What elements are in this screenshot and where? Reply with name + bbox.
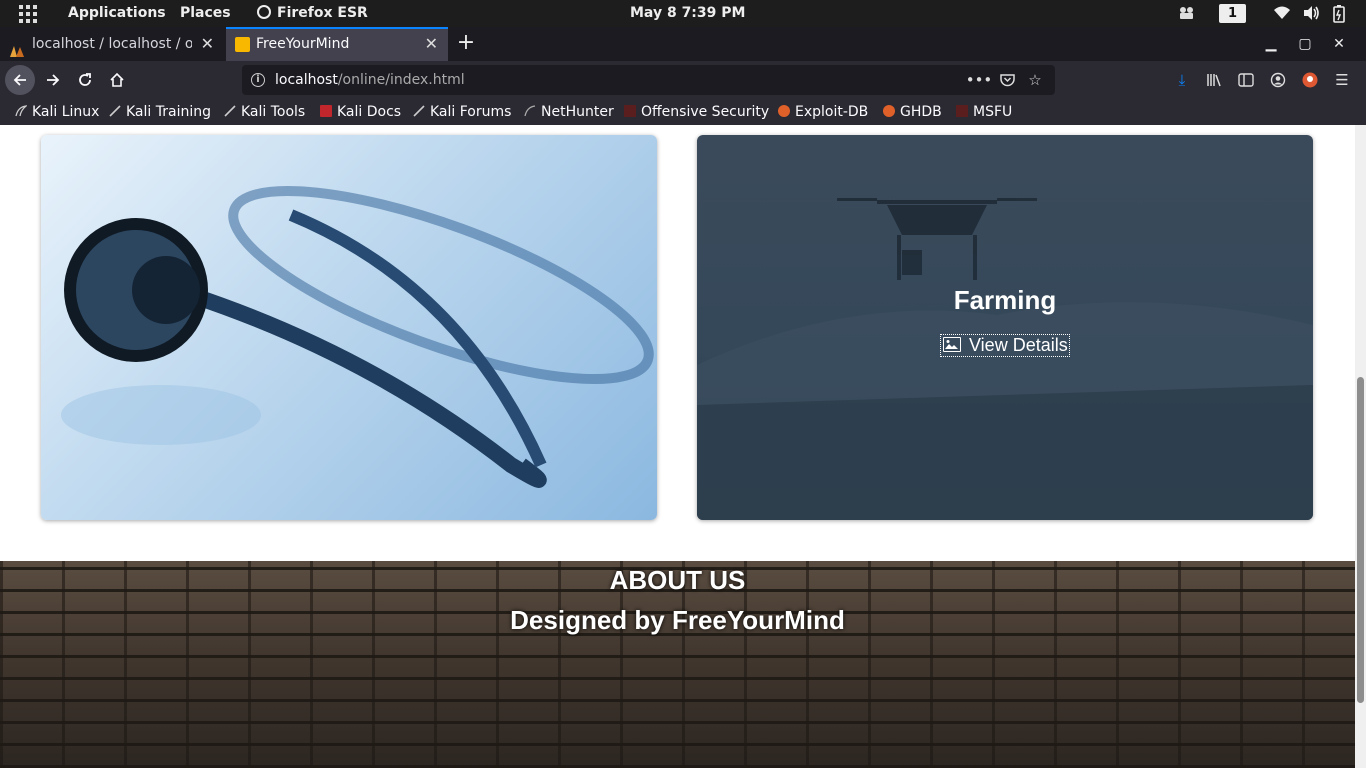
kali-dragon-icon: [413, 100, 425, 117]
page-scrollbar[interactable]: [1355, 125, 1366, 768]
bookmark-kali-linux[interactable]: Kali Linux: [15, 99, 99, 125]
close-tab-icon[interactable]: ✕: [425, 29, 438, 59]
tab-title: localhost / localhost / online: [32, 36, 192, 52]
firefox-icon: [257, 5, 271, 19]
scrollbar-thumb[interactable]: [1357, 377, 1364, 703]
stethoscope-card[interactable]: [41, 135, 657, 520]
url-text[interactable]: localhost/online/index.html: [275, 65, 465, 95]
app-name: Firefox ESR: [277, 5, 368, 21]
web-page: Farming View Details ABOUT US Designed b…: [0, 125, 1355, 768]
minimize-icon[interactable]: ▁: [1254, 27, 1288, 61]
view-details-button[interactable]: View Details: [940, 334, 1070, 357]
close-window-icon[interactable]: ✕: [1322, 27, 1356, 61]
bookmark-star-icon[interactable]: ☆: [1021, 65, 1049, 95]
tab-freeyourmind[interactable]: FreeYourMind ✕: [226, 27, 448, 61]
offsec-icon: [956, 105, 968, 117]
site-info-icon[interactable]: i: [251, 73, 265, 87]
bookmark-kali-docs[interactable]: Kali Docs: [320, 99, 401, 125]
camera-icon[interactable]: [1178, 5, 1196, 23]
downloads-icon[interactable]: ⤓: [1166, 65, 1198, 95]
nethunter-icon: [524, 100, 536, 117]
bookmark-offensive-security[interactable]: Offensive Security: [624, 99, 769, 125]
url-bar-actions: ••• ☆: [965, 65, 1049, 95]
bookmark-msfu[interactable]: MSFU: [956, 99, 1012, 125]
stethoscope-image: [61, 185, 654, 488]
url-bar[interactable]: i localhost/online/index.html ••• ☆: [242, 65, 1055, 95]
account-icon[interactable]: [1262, 65, 1294, 95]
exploitdb-icon: [778, 105, 790, 117]
clock[interactable]: May 8 7:39 PM: [630, 0, 745, 27]
kali-dragon-icon: [15, 100, 29, 117]
toolbar-right: ⤓ ☰: [1166, 65, 1358, 95]
bookmark-kali-forums[interactable]: Kali Forums: [413, 99, 511, 125]
bookmark-exploit-db[interactable]: Exploit-DB: [778, 99, 868, 125]
bookmarks-toolbar: Kali Linux Kali Training Kali Tools Kali…: [0, 99, 1366, 125]
forward-button[interactable]: [38, 65, 68, 95]
close-tab-icon[interactable]: ✕: [201, 27, 214, 61]
duckduckgo-extension-icon[interactable]: [1294, 65, 1326, 95]
site-favicon-icon: [235, 37, 250, 52]
wifi-icon[interactable]: [1273, 5, 1291, 23]
pocket-icon[interactable]: [993, 65, 1021, 95]
reload-button[interactable]: [70, 65, 100, 95]
card-title-farming: Farming: [953, 285, 1057, 315]
drone-image: [697, 198, 1313, 520]
kali-dragon-icon: [109, 100, 121, 117]
sidebar-icon[interactable]: [1230, 65, 1262, 95]
ghdb-icon: [883, 105, 895, 117]
tab-strip: localhost / localhost / online ✕ FreeYou…: [0, 27, 1366, 61]
open-menu-icon[interactable]: ☰: [1326, 65, 1358, 95]
window-controls: ▁ ▢ ✕: [1254, 27, 1356, 61]
volume-icon[interactable]: [1302, 5, 1320, 23]
firefox-app-menu[interactable]: Firefox ESR: [257, 0, 368, 27]
about-heading: ABOUT US: [609, 565, 746, 595]
library-icon[interactable]: [1198, 65, 1230, 95]
back-button[interactable]: [5, 65, 35, 95]
apps-grid-icon[interactable]: [19, 5, 37, 23]
tab-title: FreeYourMind: [256, 36, 350, 52]
tab-phpmyadmin[interactable]: localhost / localhost / online ✕: [0, 27, 224, 61]
kali-docs-icon: [320, 105, 332, 117]
workspace-indicator[interactable]: 1: [1219, 4, 1246, 23]
kali-dragon-icon: [224, 100, 236, 117]
designer-credit: Designed by FreeYourMind: [510, 605, 845, 635]
image-icon: [943, 337, 961, 352]
page-actions-icon[interactable]: •••: [965, 65, 993, 95]
about-section: ABOUT US Designed by FreeYourMind: [0, 561, 1355, 768]
new-tab-button[interactable]: +: [456, 27, 476, 61]
phpmyadmin-icon: [9, 37, 25, 57]
bookmark-kali-training[interactable]: Kali Training: [109, 99, 211, 125]
battery-icon[interactable]: [1332, 5, 1346, 23]
places-menu[interactable]: Places: [180, 0, 231, 27]
view-details-label: View Details: [969, 335, 1068, 355]
bookmark-ghdb[interactable]: GHDB: [883, 99, 942, 125]
maximize-icon[interactable]: ▢: [1288, 27, 1322, 61]
bookmark-nethunter[interactable]: NetHunter: [524, 99, 614, 125]
home-button[interactable]: [102, 65, 132, 95]
bookmark-kali-tools[interactable]: Kali Tools: [224, 99, 305, 125]
system-top-bar: Applications Places Firefox ESR May 8 7:…: [0, 0, 1366, 27]
offsec-icon: [624, 105, 636, 117]
farming-card[interactable]: Farming View Details: [697, 135, 1313, 520]
applications-menu[interactable]: Applications: [68, 0, 166, 27]
navigation-toolbar: i localhost/online/index.html ••• ☆ ⤓ ☰: [0, 61, 1366, 99]
